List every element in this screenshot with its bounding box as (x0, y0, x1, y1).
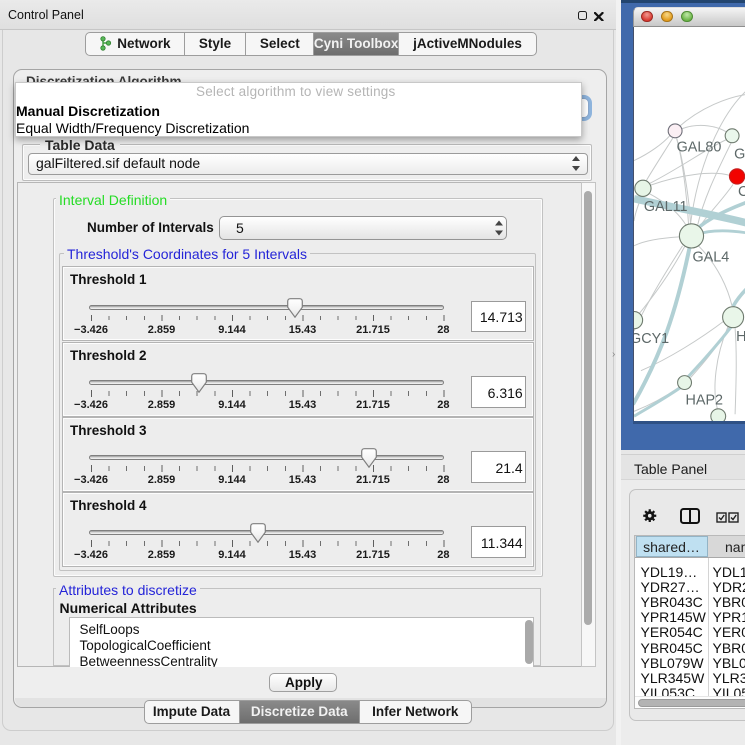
svg-text:GAL80: GAL80 (677, 140, 722, 156)
svg-text:GA: GA (734, 147, 745, 163)
svg-text:GAL4: GAL4 (692, 250, 729, 266)
svg-text:H: H (736, 329, 745, 345)
svg-text:GAL11: GAL11 (644, 199, 688, 215)
svg-text:C: C (738, 184, 745, 200)
svg-text:HAP2: HAP2 (686, 392, 724, 408)
svg-text:GCY1: GCY1 (633, 331, 669, 347)
